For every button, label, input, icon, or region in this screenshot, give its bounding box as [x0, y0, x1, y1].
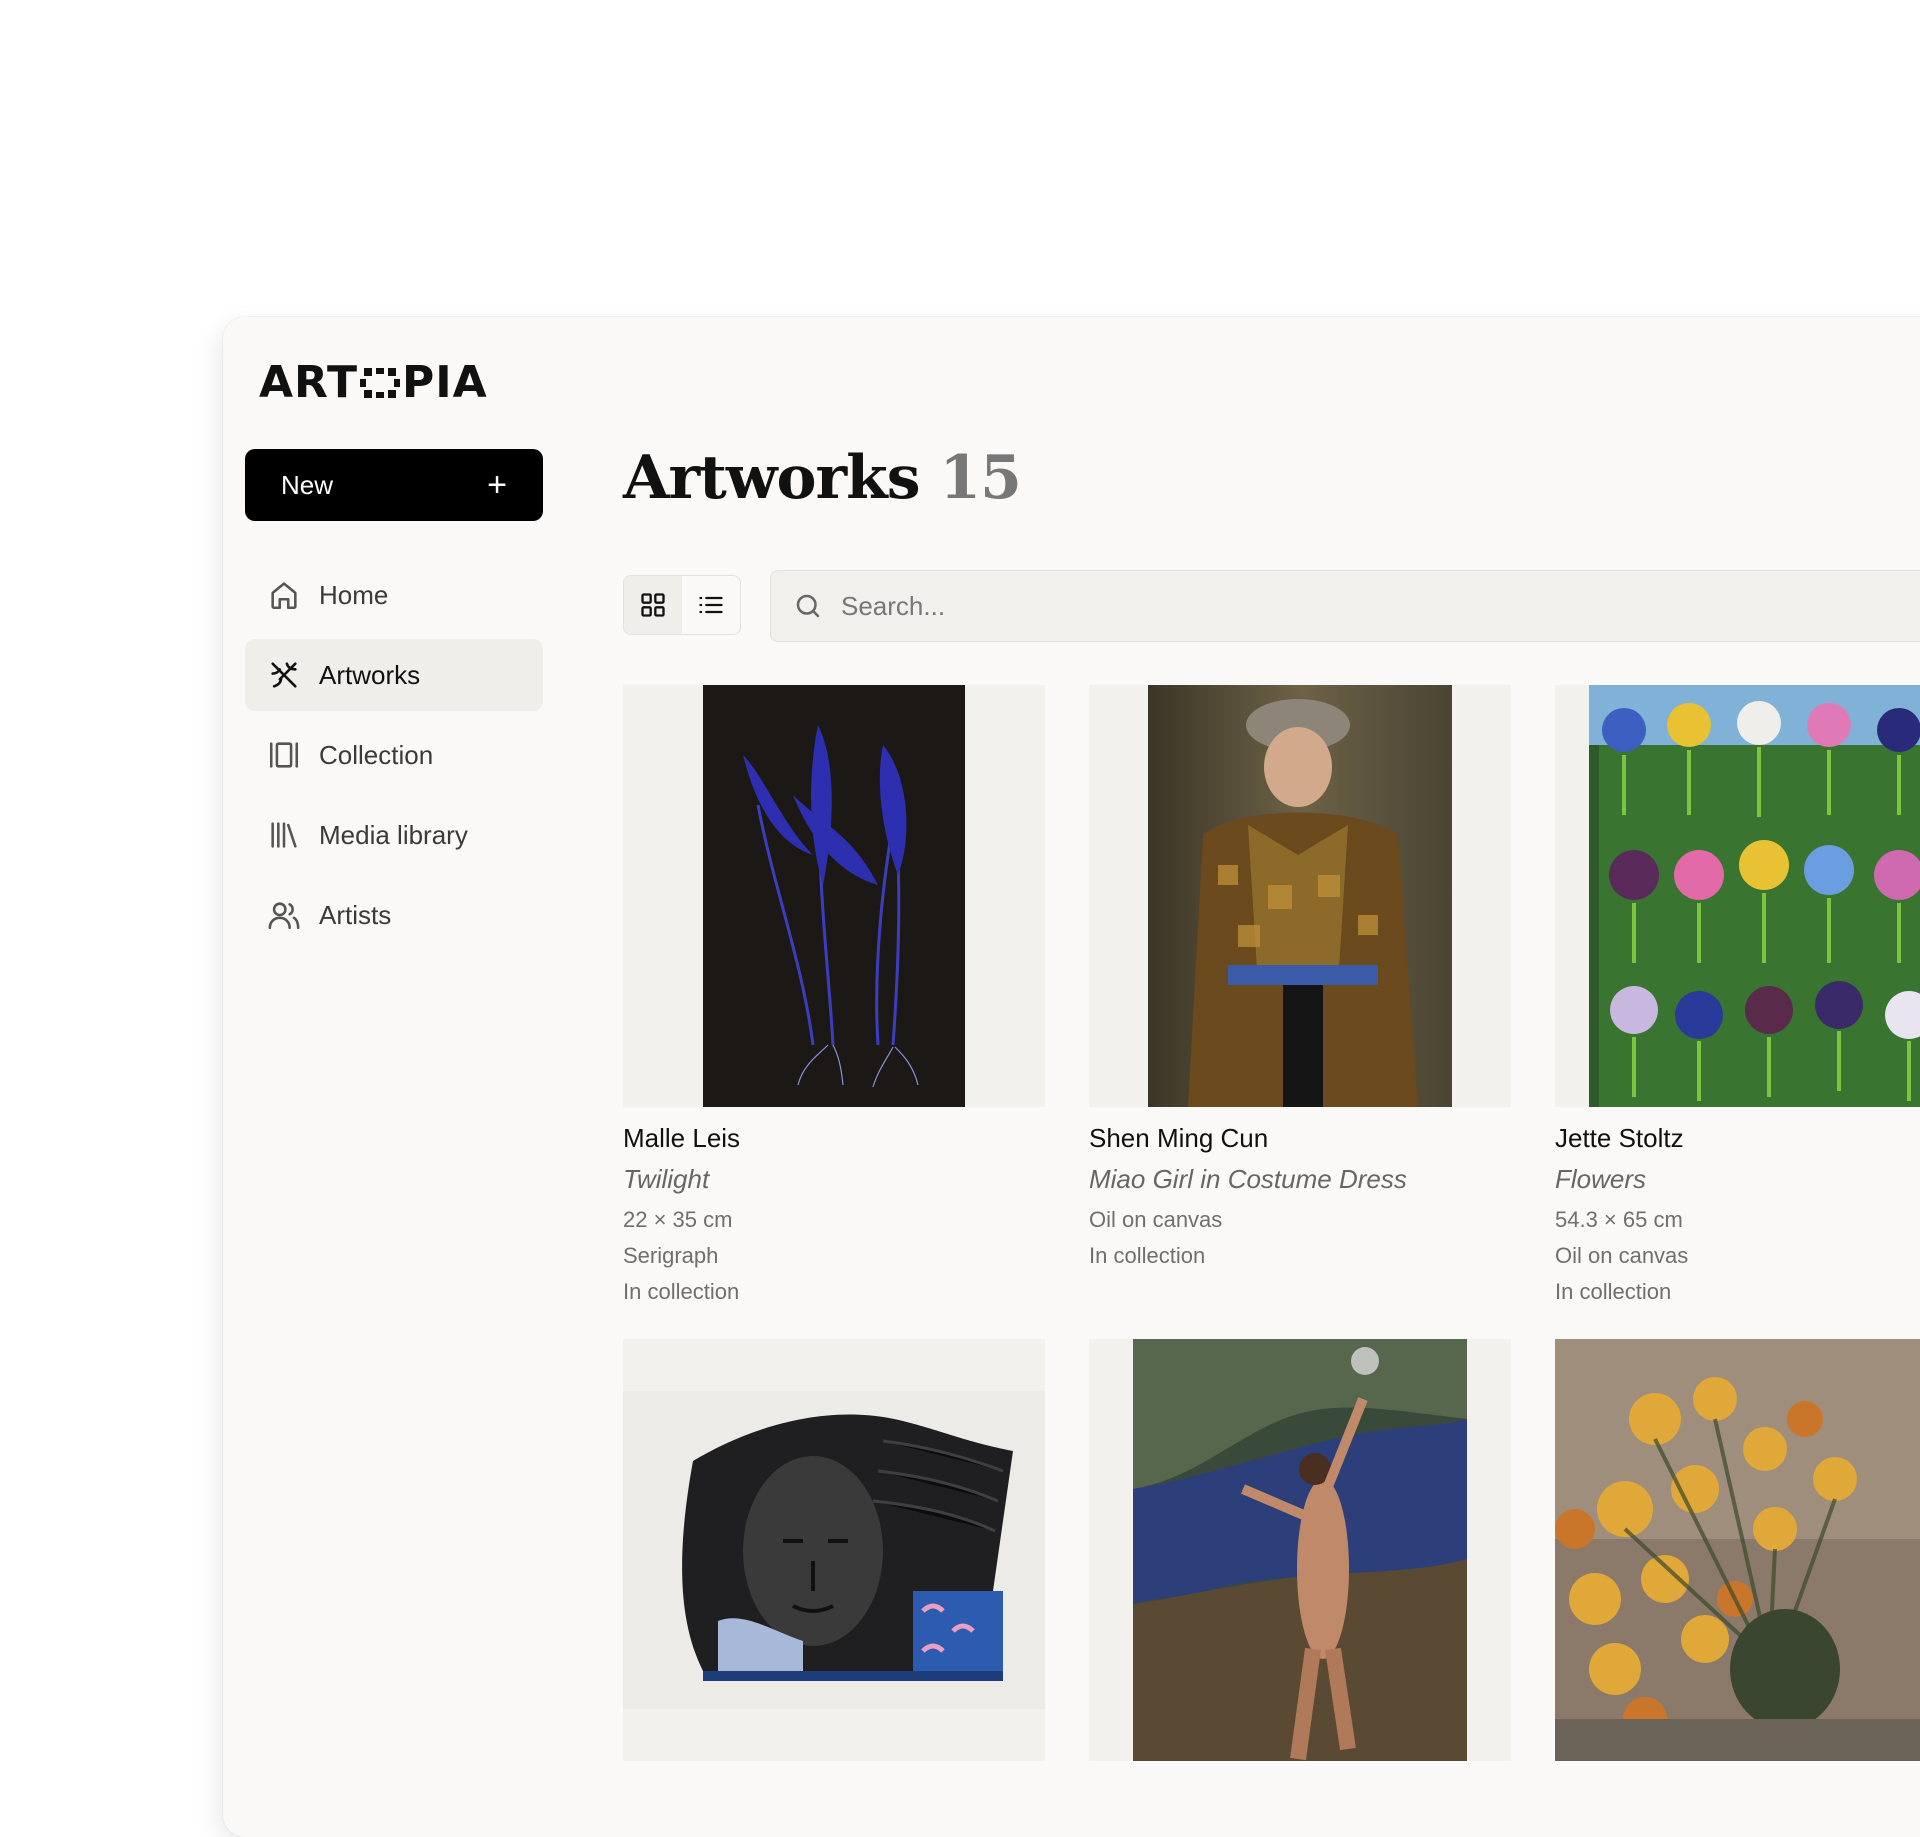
- artwork-dimensions: 22 × 35 cm: [623, 1207, 733, 1232]
- artwork-thumbnail[interactable]: [1555, 685, 1920, 1107]
- artwork-card[interactable]: [623, 1339, 1045, 1761]
- artwork-medium: Oil on canvas: [1089, 1207, 1223, 1232]
- sidebar-item-home[interactable]: Home: [245, 559, 543, 631]
- sidebar-item-label: Artists: [319, 899, 392, 930]
- home-icon: [267, 578, 301, 612]
- list-icon: [699, 596, 723, 614]
- artwork-artist: Jette Stoltz: [1555, 1123, 1684, 1153]
- sidebar-item-label: Media library: [319, 819, 468, 850]
- artwork-title: Miao Girl in Costume Dress: [1089, 1164, 1407, 1194]
- artwork-image: [1555, 1339, 1920, 1761]
- sidebar-nav: Home Artworks Collection Media library A…: [245, 559, 543, 959]
- artwork-card[interactable]: Jette Stoltz Flowers 54.3 × 65 cm Oil on…: [1555, 685, 1920, 1315]
- list-view-button[interactable]: [682, 576, 740, 634]
- plus-icon: +: [487, 466, 507, 504]
- logo-text-right: PIA: [401, 357, 488, 408]
- artworks-count: 15: [939, 443, 1021, 513]
- collection-icon: [267, 738, 301, 772]
- artwork-status: In collection: [1555, 1279, 1672, 1304]
- artwork-image: [703, 685, 965, 1107]
- sidebar-item-label: Collection: [319, 739, 434, 770]
- search-input[interactable]: [839, 589, 1743, 623]
- artwork-thumbnail[interactable]: [623, 685, 1045, 1107]
- artwork-thumbnail[interactable]: [1555, 1339, 1920, 1761]
- new-button-label: New: [281, 469, 334, 500]
- artwork-meta: Shen Ming Cun Miao Girl in Costume Dress…: [1089, 1107, 1511, 1269]
- artwork-image: [1148, 685, 1452, 1107]
- artwork-meta: Jette Stoltz Flowers 54.3 × 65 cm Oil on…: [1555, 1107, 1920, 1305]
- search-icon: [796, 594, 820, 618]
- logo-mark-icon: [359, 367, 400, 398]
- artwork-medium: Serigraph: [623, 1243, 719, 1268]
- page-title: Artworks 15: [623, 443, 1022, 513]
- new-button[interactable]: New +: [245, 449, 543, 521]
- search-bar: [770, 570, 1920, 642]
- sidebar-item-collection[interactable]: Collection: [245, 719, 543, 791]
- artwork-card[interactable]: Malle Leis Twilight 22 × 35 cm Serigraph…: [623, 685, 1045, 1315]
- artopia-logo[interactable]: ART PIA: [259, 357, 488, 408]
- sidebar-item-media-library[interactable]: Media library: [245, 799, 543, 871]
- grid-icon: [641, 593, 665, 617]
- app-window: ART PIA New + Home Artworks Collection M…: [223, 317, 1920, 1837]
- page-title-text: Artworks: [623, 443, 921, 513]
- artwork-card[interactable]: [1089, 1339, 1511, 1761]
- artwork-artist: Shen Ming Cun: [1089, 1123, 1269, 1153]
- artwork-image: [1133, 1339, 1467, 1761]
- sidebar-item-label: Home: [319, 579, 389, 610]
- artwork-dimensions: 54.3 × 65 cm: [1555, 1207, 1683, 1232]
- artwork-image: [1589, 685, 1920, 1107]
- sidebar-item-artists[interactable]: Artists: [245, 879, 543, 951]
- artwork-title: Flowers: [1555, 1164, 1647, 1194]
- artworks-icon: [267, 658, 301, 692]
- artwork-image: [623, 1391, 1045, 1709]
- artists-icon: [267, 898, 301, 932]
- artwork-card[interactable]: Shen Ming Cun Miao Girl in Costume Dress…: [1089, 685, 1511, 1279]
- logo-text-left: ART: [259, 357, 358, 408]
- artwork-card[interactable]: [1555, 1339, 1920, 1761]
- artwork-title: Twilight: [623, 1164, 710, 1194]
- artwork-status: In collection: [1089, 1243, 1206, 1268]
- artwork-status: In collection: [623, 1279, 740, 1304]
- artwork-thumbnail[interactable]: [1089, 685, 1511, 1107]
- sidebar-item-label: Artworks: [319, 659, 421, 690]
- artwork-thumbnail[interactable]: [1089, 1339, 1511, 1761]
- artwork-thumbnail[interactable]: [623, 1339, 1045, 1761]
- artwork-medium: Oil on canvas: [1555, 1243, 1689, 1268]
- artwork-artist: Malle Leis: [623, 1123, 741, 1153]
- artwork-meta: Malle Leis Twilight 22 × 35 cm Serigraph…: [623, 1107, 1045, 1305]
- view-toggle: [623, 575, 741, 635]
- grid-view-button[interactable]: [624, 576, 682, 634]
- media-library-icon: [267, 818, 301, 852]
- sidebar-item-artworks[interactable]: Artworks: [245, 639, 543, 711]
